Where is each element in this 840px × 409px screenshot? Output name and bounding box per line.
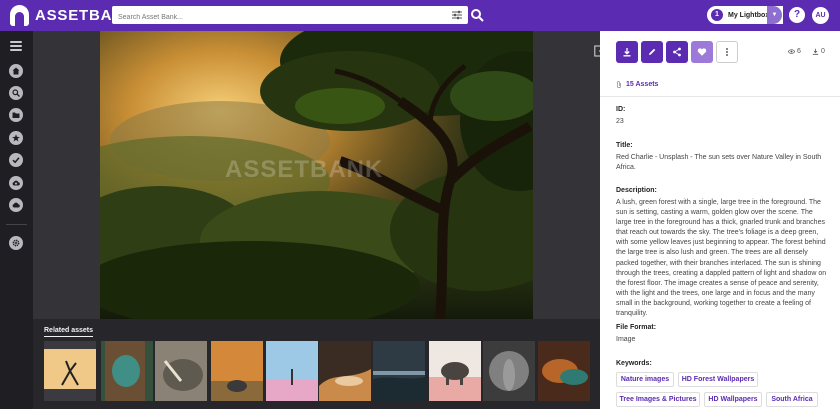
id-value: 23: [616, 118, 624, 125]
sidebar-item-upload[interactable]: [9, 176, 23, 190]
more-actions-button[interactable]: [716, 41, 738, 63]
keyword-chip[interactable]: Nature images: [616, 372, 674, 387]
related-image: [319, 341, 371, 401]
folder-icon: [12, 112, 20, 118]
search-input[interactable]: [112, 8, 432, 27]
cloud-icon: [12, 202, 20, 208]
views-count: 6: [797, 48, 801, 55]
edit-icon: [649, 48, 656, 55]
settings-icon: [12, 239, 20, 247]
related-thumbnail[interactable]: [538, 341, 590, 401]
downloads-stat: 0: [812, 48, 825, 55]
related-thumbnail[interactable]: [266, 341, 318, 401]
edit-button[interactable]: [641, 41, 663, 63]
sidebar-item-cloud[interactable]: [9, 198, 23, 212]
views-stat: 6: [788, 48, 801, 55]
download-icon: [623, 48, 631, 57]
related-image: [429, 341, 481, 401]
related-thumbnail[interactable]: [101, 341, 153, 401]
related-image: [538, 341, 590, 401]
sidebar-item-settings[interactable]: [9, 236, 23, 250]
upload-cloud-icon: [12, 180, 20, 186]
asset-viewer: ASSETBANK: [33, 31, 600, 319]
keyword-chip[interactable]: South Africa: [766, 392, 818, 407]
heart-icon: [697, 48, 707, 56]
related-image: [211, 341, 263, 401]
star-icon: [12, 134, 20, 142]
asset-details-panel: 6 0 15 Assets ID: 23 Title: Red Charlie …: [600, 31, 840, 409]
related-thumbnail[interactable]: [373, 341, 425, 401]
top-header: ASSETBANK 1 My Lightbox ▼ ? AU: [0, 0, 840, 31]
related-thumbnail[interactable]: [483, 341, 535, 401]
description-value: A lush, green forest with a single, larg…: [616, 199, 827, 318]
user-avatar[interactable]: AU: [812, 7, 829, 24]
lightbox-label: My Lightbox: [728, 11, 770, 19]
asset-count-link[interactable]: 15 Assets: [616, 81, 658, 88]
asset-count-label: 15 Assets: [626, 81, 659, 88]
related-image: [155, 341, 207, 401]
related-image: [101, 341, 153, 401]
asset-preview-image[interactable]: ASSETBANK: [100, 31, 533, 319]
related-thumbnail[interactable]: [429, 341, 481, 401]
sidebar-item-search[interactable]: [9, 86, 23, 100]
search-icon: [12, 89, 20, 97]
keywords-label: Keywords:: [616, 360, 652, 367]
title-label: Title:: [616, 142, 633, 149]
menu-icon[interactable]: [10, 41, 22, 51]
related-image: [44, 349, 96, 389]
sidebar: [0, 31, 33, 409]
related-thumbnail[interactable]: [211, 341, 263, 401]
related-assets-title: Related assets: [44, 327, 94, 337]
paperclip-icon: [617, 81, 621, 88]
downloads-count: 0: [821, 48, 825, 55]
sidebar-item-approvals[interactable]: [9, 153, 23, 167]
download-button[interactable]: [616, 41, 638, 63]
asset-action-bar: 6 0 15 Assets: [600, 31, 840, 97]
sidebar-item-favourites[interactable]: [9, 131, 23, 145]
related-thumbnail[interactable]: [44, 341, 96, 401]
keyword-chip[interactable]: Tree Images & Pictures: [616, 392, 700, 407]
keyword-chip[interactable]: HD Forest Wallpapers: [678, 372, 758, 387]
file-format-value: Image: [616, 336, 636, 343]
more-vertical-icon: [726, 48, 728, 56]
favourite-button[interactable]: [691, 41, 713, 63]
description-label: Description:: [616, 187, 657, 194]
filter-sliders-icon[interactable]: [452, 10, 462, 20]
eye-icon: [788, 49, 795, 54]
file-format-label: File Format:: [616, 324, 657, 331]
check-icon: [12, 157, 20, 164]
share-icon: [673, 47, 681, 57]
sidebar-item-home[interactable]: [9, 64, 23, 78]
related-thumbnail[interactable]: [319, 341, 371, 401]
title-value: Red Charlie - Unsplash - The sun sets ov…: [616, 154, 822, 172]
id-label: ID:: [616, 106, 626, 113]
search-icon[interactable]: [470, 8, 484, 22]
related-image: [483, 341, 535, 401]
sidebar-divider: [6, 224, 27, 225]
search-box: [112, 6, 468, 27]
logo-mark-icon: [10, 5, 29, 26]
related-thumbnail[interactable]: [155, 341, 207, 401]
download-icon: [812, 48, 819, 55]
related-image: [373, 341, 425, 401]
home-icon: [12, 67, 20, 75]
related-assets: Related assets: [33, 319, 600, 409]
sidebar-item-folders[interactable]: [9, 108, 23, 122]
watermark: ASSETBANK: [225, 156, 384, 183]
keyword-chip[interactable]: HD Wallpapers: [704, 392, 762, 407]
help-button[interactable]: ?: [789, 7, 805, 23]
related-image: [266, 341, 318, 401]
lightbox-count-badge: 1: [711, 9, 723, 21]
share-button[interactable]: [666, 41, 688, 63]
